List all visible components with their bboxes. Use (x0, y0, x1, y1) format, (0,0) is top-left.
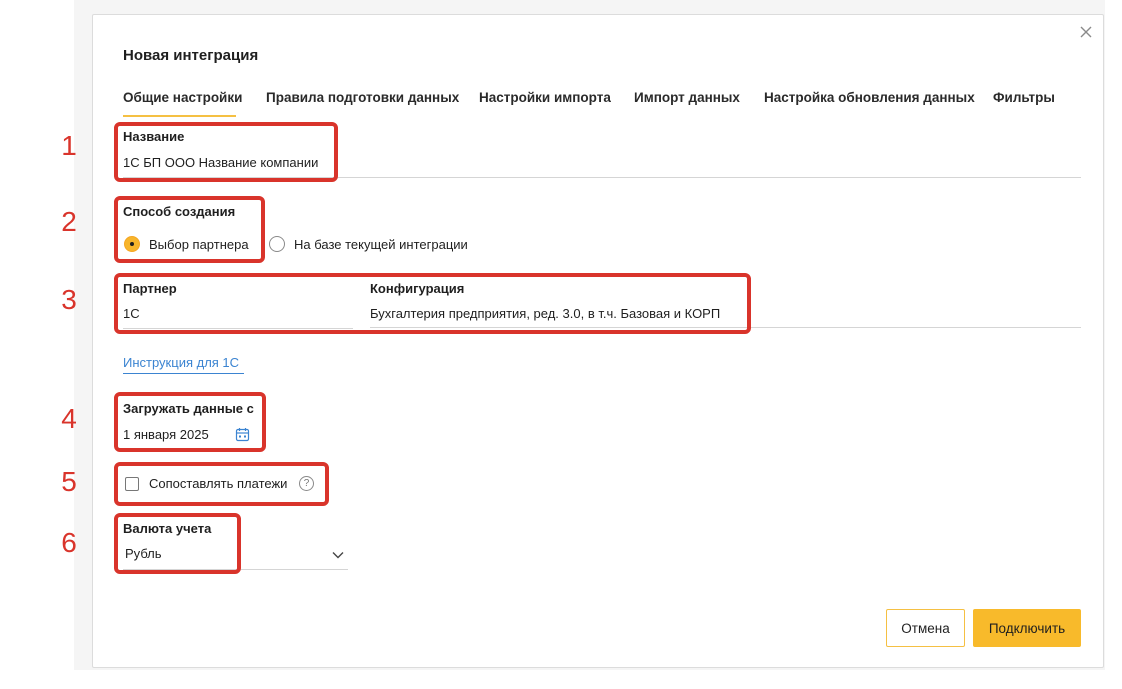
name-label: Название (123, 129, 185, 144)
modal-title: Новая интеграция (123, 47, 259, 64)
annotation-number-5: 5 (61, 466, 77, 497)
match-payments-checkbox[interactable] (125, 477, 139, 491)
tab-data-import[interactable]: Импорт данных (634, 90, 740, 105)
partner-label: Партнер (123, 281, 177, 296)
left-background (0, 0, 74, 689)
right-background (1105, 0, 1122, 689)
close-icon[interactable] (1078, 24, 1094, 40)
name-field-underline (123, 177, 1081, 178)
radio-partner-choice[interactable] (124, 236, 140, 252)
partner-underline (123, 328, 353, 329)
load-from-date-field[interactable]: 1 января 2025 (123, 427, 209, 442)
radio-partner-choice-label[interactable]: Выбор партнера (149, 237, 249, 252)
name-field[interactable]: 1С БП ООО Название компании (123, 155, 318, 170)
radio-based-on-current[interactable] (269, 236, 285, 252)
annotation-number-4: 4 (61, 403, 77, 434)
tab-import-settings[interactable]: Настройки импорта (479, 90, 611, 105)
annotation-number-1: 1 (61, 130, 77, 161)
tab-filters[interactable]: Фильтры (993, 90, 1055, 105)
creation-method-label: Способ создания (123, 204, 236, 219)
help-icon[interactable]: ? (299, 476, 314, 491)
instruction-link[interactable]: Инструкция для 1С (123, 355, 239, 370)
active-tab-indicator (123, 115, 236, 117)
currency-label: Валюта учета (123, 521, 212, 536)
annotation-number-3: 3 (61, 284, 77, 315)
annotation-number-6: 6 (61, 527, 77, 558)
match-payments-label[interactable]: Сопоставлять платежи (149, 476, 287, 491)
instruction-link-underline (123, 373, 244, 374)
currency-select[interactable]: Рубль (125, 546, 162, 561)
configuration-select[interactable]: Бухгалтерия предприятия, ред. 3.0, в т.ч… (370, 306, 720, 321)
tab-data-update-settings[interactable]: Настройка обновления данных (764, 90, 975, 105)
tab-data-preparation-rules[interactable]: Правила подготовки данных (266, 90, 459, 105)
configuration-underline (370, 327, 1081, 328)
load-from-label: Загружать данные с (123, 401, 254, 416)
partner-select[interactable]: 1С (123, 306, 140, 321)
currency-underline (123, 569, 348, 570)
cancel-button[interactable]: Отмена (886, 609, 965, 647)
chevron-down-icon[interactable] (331, 549, 345, 561)
annotation-number-2: 2 (61, 206, 77, 237)
configuration-label: Конфигурация (370, 281, 465, 296)
radio-based-on-current-label[interactable]: На базе текущей интеграции (294, 237, 468, 252)
bottom-background (74, 670, 1122, 689)
tab-general-settings[interactable]: Общие настройки (123, 90, 242, 105)
calendar-icon[interactable] (235, 427, 250, 442)
connect-button[interactable]: Подключить (973, 609, 1081, 647)
